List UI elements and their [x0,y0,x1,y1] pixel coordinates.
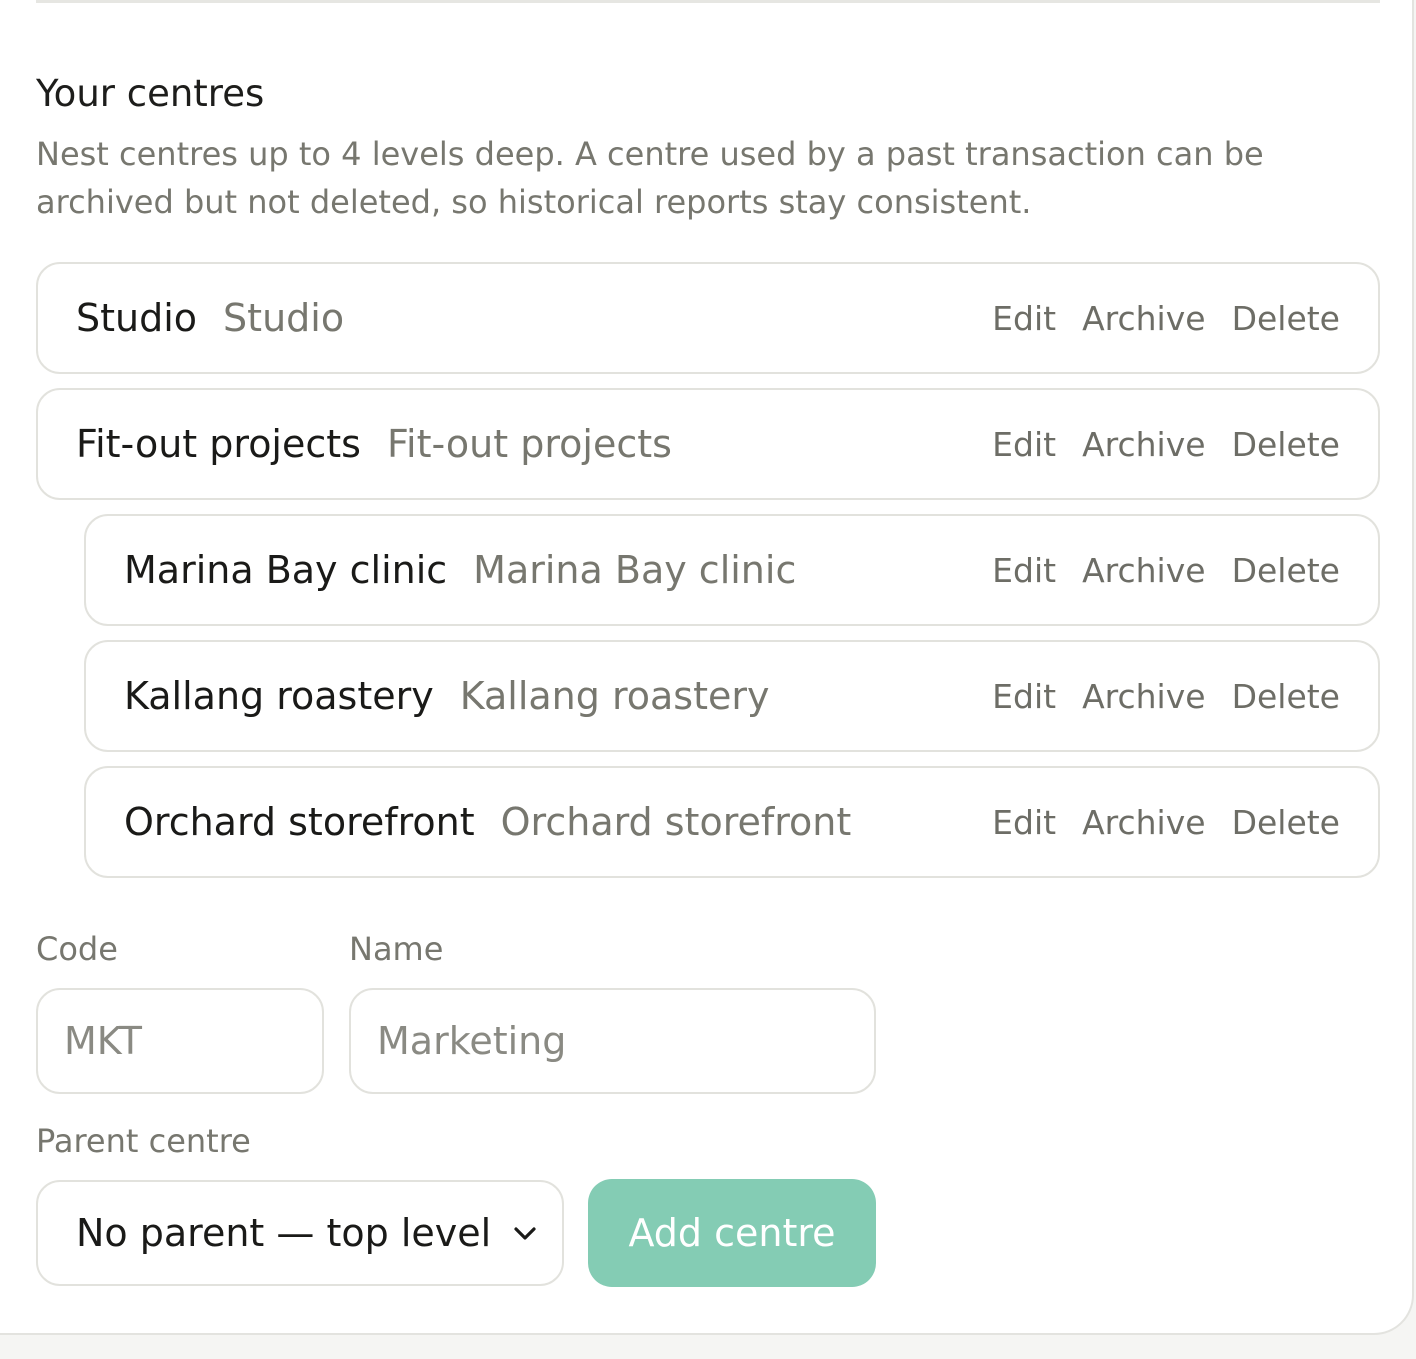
delete-button[interactable]: Delete [1232,677,1340,716]
centre-name: Marina Bay clinic [473,548,797,592]
parent-centre-select[interactable]: No parent — top level [36,1180,564,1286]
centre-name: Fit-out projects [386,422,672,466]
add-centre-button[interactable]: Add centre [588,1179,876,1287]
centres-card: Your centres Nest centres up to 4 levels… [0,0,1414,1335]
archive-button[interactable]: Archive [1082,677,1205,716]
delete-button[interactable]: Delete [1232,551,1340,590]
section-title: Your centres [36,72,265,115]
row-actions: Edit Archive Delete [992,551,1340,590]
section-description: Nest centres up to 4 levels deep. A cent… [36,135,1264,221]
centre-code: Studio [76,296,198,340]
edit-button[interactable]: Edit [992,677,1056,716]
top-divider [36,0,1380,3]
centre-row: Fit-out projects Fit-out projects Edit A… [36,388,1380,500]
centre-code: Marina Bay clinic [124,548,448,592]
name-label: Name [349,930,444,968]
centre-row-nested: Orchard storefront Orchard storefront Ed… [84,766,1380,878]
edit-button[interactable]: Edit [992,425,1056,464]
code-label: Code [36,930,118,968]
chevron-down-icon [512,1220,538,1246]
centre-name: Orchard storefront [500,800,852,844]
delete-button[interactable]: Delete [1232,425,1340,464]
centre-name: Studio [223,296,345,340]
code-input[interactable] [36,988,324,1094]
centre-row-nested: Kallang roastery Kallang roastery Edit A… [84,640,1380,752]
centre-code: Fit-out projects [76,422,361,466]
centre-code: Kallang roastery [124,674,434,718]
row-actions: Edit Archive Delete [992,299,1340,338]
edit-button[interactable]: Edit [992,803,1056,842]
row-actions: Edit Archive Delete [992,677,1340,716]
edit-button[interactable]: Edit [992,299,1056,338]
row-actions: Edit Archive Delete [992,803,1340,842]
delete-button[interactable]: Delete [1232,803,1340,842]
archive-button[interactable]: Archive [1082,425,1205,464]
centre-name: Kallang roastery [459,674,770,718]
archive-button[interactable]: Archive [1082,803,1205,842]
archive-button[interactable]: Archive [1082,551,1205,590]
archive-button[interactable]: Archive [1082,299,1205,338]
centre-code: Orchard storefront [124,800,475,844]
centre-row: Studio Studio Edit Archive Delete [36,262,1380,374]
edit-button[interactable]: Edit [992,551,1056,590]
delete-button[interactable]: Delete [1232,299,1340,338]
parent-centre-label: Parent centre [36,1122,251,1160]
row-actions: Edit Archive Delete [992,425,1340,464]
parent-centre-value: No parent — top level [76,1211,492,1255]
name-input[interactable] [349,988,876,1094]
centre-row-nested: Marina Bay clinic Marina Bay clinic Edit… [84,514,1380,626]
